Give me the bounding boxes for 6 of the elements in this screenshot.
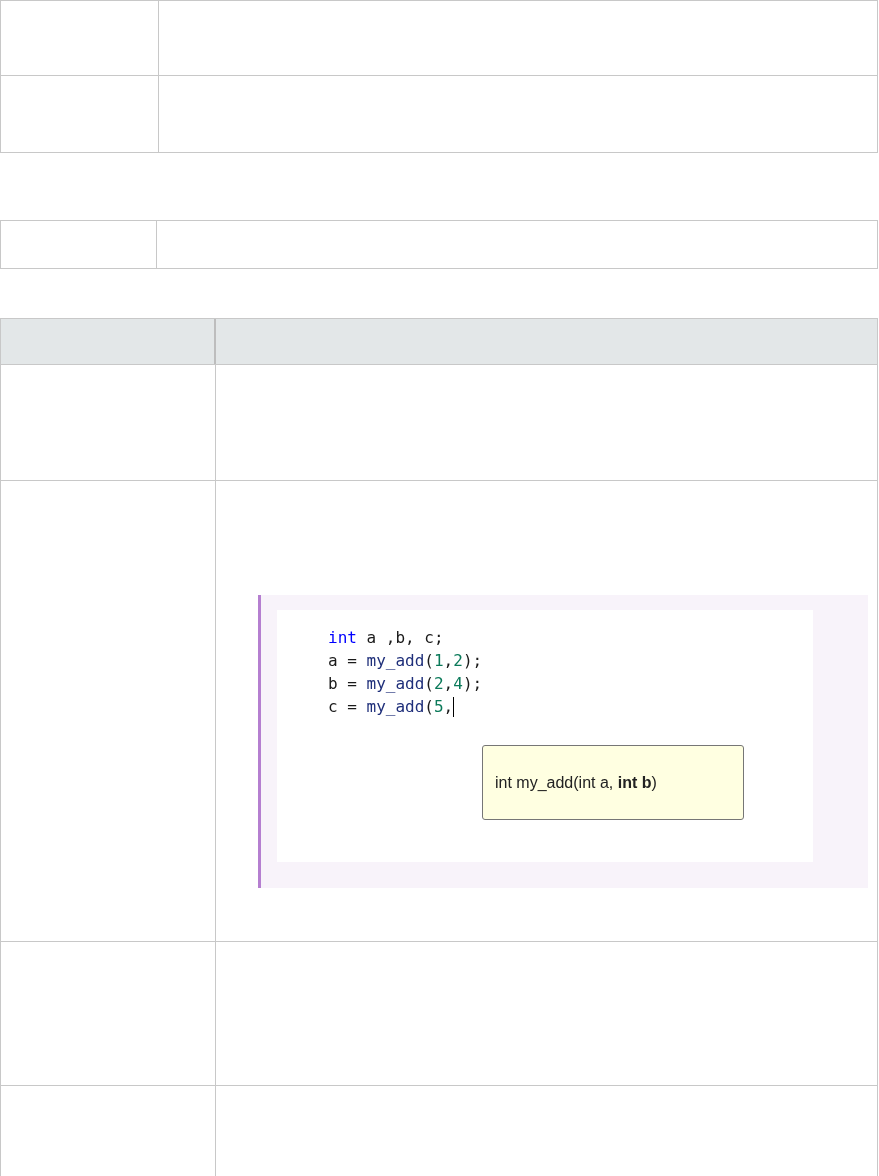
code-line: c = my_add(5, [328,696,454,718]
tooltip-text: int my_add(int a, int b) [495,772,657,793]
code-line: b = my_add(2,4); [328,673,483,695]
code-line: int a ,b, c; [328,627,444,649]
text-cursor [453,696,455,717]
code-line: a = my_add(1,2); [328,650,483,672]
